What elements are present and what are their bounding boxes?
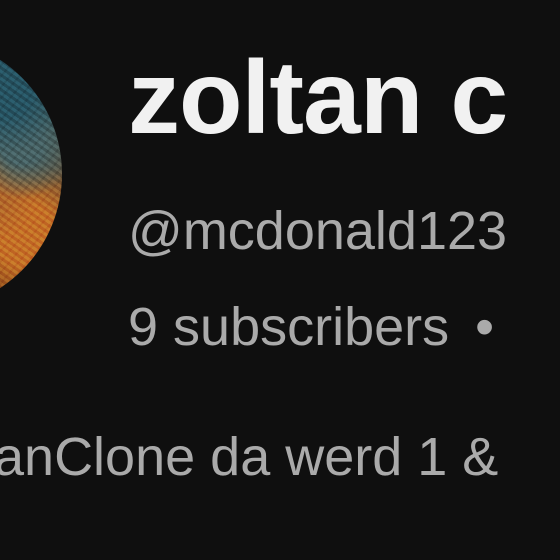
channel-description[interactable]: anClone da werd 1 & xyxy=(0,422,498,492)
channel-header: zoltan c @mcdonald123 9 subscribers • anC… xyxy=(0,0,560,560)
channel-handle: @mcdonald123 xyxy=(128,201,508,261)
meta-separator: • xyxy=(475,297,495,357)
subscriber-count: 9 subscribers xyxy=(128,297,450,357)
channel-meta-row: 9 subscribers • xyxy=(128,292,494,362)
channel-name: zoltan c xyxy=(128,40,508,156)
channel-avatar[interactable] xyxy=(0,38,62,310)
